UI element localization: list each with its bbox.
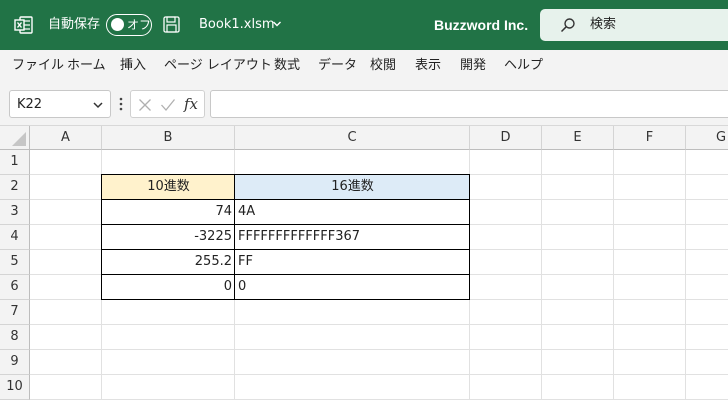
search-icon	[560, 18, 575, 33]
row-header-7[interactable]: 7	[0, 300, 30, 325]
cell-b6[interactable]: 0	[102, 275, 235, 300]
table-border	[101, 299, 470, 300]
cell-c5[interactable]: FF	[235, 250, 470, 275]
enter-check-icon[interactable]	[160, 98, 176, 112]
cell-c2-hex-header[interactable]: 16進数	[235, 175, 470, 200]
row-header-6[interactable]: 6	[0, 275, 30, 300]
tab-home[interactable]: ホーム	[67, 57, 106, 75]
formula-bar: K22 fx	[0, 84, 728, 126]
column-header-a[interactable]: A	[30, 126, 102, 150]
column-header-e[interactable]: E	[542, 126, 614, 150]
formula-input[interactable]	[210, 90, 728, 118]
cell-b5[interactable]: 255.2	[102, 250, 235, 275]
table-border	[101, 249, 470, 250]
toggle-knob	[111, 18, 124, 31]
company-name: Buzzword Inc.	[434, 17, 529, 33]
tab-developer[interactable]: 開発	[460, 57, 486, 75]
column-header-c[interactable]: C	[235, 126, 470, 150]
table-border	[101, 274, 470, 275]
file-name[interactable]: Book1.xlsm	[199, 16, 275, 34]
column-header-b[interactable]: B	[102, 126, 235, 150]
cell-c3[interactable]: 4A	[235, 200, 470, 225]
cell-c6[interactable]: 0	[235, 275, 470, 300]
row-header-3[interactable]: 3	[0, 200, 30, 225]
gridline	[30, 374, 728, 375]
tab-formulas[interactable]: 数式	[274, 57, 300, 75]
autosave-state: オフ	[127, 18, 152, 32]
row-header-8[interactable]: 8	[0, 325, 30, 350]
autosave-toggle[interactable]: オフ	[106, 14, 152, 36]
table-border	[101, 199, 470, 200]
tab-help[interactable]: ヘルプ	[504, 57, 543, 75]
cell-b3[interactable]: 74	[102, 200, 235, 225]
chevron-down-icon[interactable]	[272, 19, 282, 29]
select-all-button[interactable]	[0, 126, 30, 150]
tab-view[interactable]: 表示	[415, 57, 441, 75]
column-header-d[interactable]: D	[470, 126, 542, 150]
gridline	[541, 150, 542, 400]
table-border	[101, 174, 102, 300]
save-icon[interactable]	[163, 16, 180, 33]
more-options-icon[interactable]	[119, 96, 123, 112]
tab-review[interactable]: 校閲	[370, 57, 396, 75]
gridline	[613, 150, 614, 400]
tab-insert[interactable]: 挿入	[120, 57, 146, 75]
chevron-down-icon[interactable]	[93, 101, 103, 109]
cancel-icon[interactable]	[138, 98, 152, 112]
tab-page-layout[interactable]: ページ レイアウト	[164, 57, 272, 75]
cell-b4[interactable]: -3225	[102, 225, 235, 250]
gridline	[30, 349, 728, 350]
gridline	[685, 150, 686, 400]
cell-c4[interactable]: FFFFFFFFFFFFF367	[235, 225, 470, 250]
select-all-triangle-icon	[12, 132, 26, 146]
table-border	[101, 174, 470, 175]
row-header-4[interactable]: 4	[0, 225, 30, 250]
excel-logo-icon[interactable]	[14, 15, 34, 35]
search-label: 検索	[590, 17, 617, 32]
autosave-label: 自動保存	[48, 17, 101, 32]
tab-data[interactable]: データ	[318, 57, 357, 75]
gridline	[30, 324, 728, 325]
formula-buttons: fx	[130, 90, 205, 118]
name-box-value: K22	[17, 97, 43, 112]
row-header-9[interactable]: 9	[0, 350, 30, 375]
ribbon-tabs: ファイル ホーム 挿入 ページ レイアウト 数式 データ 校閲 表示 開発 ヘル…	[0, 50, 728, 84]
table-border	[234, 174, 235, 300]
tab-file[interactable]: ファイル	[12, 57, 64, 75]
table-border	[101, 224, 470, 225]
row-header-2[interactable]: 2	[0, 175, 30, 200]
row-header-10[interactable]: 10	[0, 375, 30, 400]
insert-function-button[interactable]: fx	[184, 94, 198, 114]
column-header-g[interactable]: G	[686, 126, 728, 150]
column-header-f[interactable]: F	[614, 126, 686, 150]
cell-b2-decimal-header[interactable]: 10進数	[102, 175, 235, 200]
title-bar: 自動保存 オフ Book1.xlsm Buzzword Inc. 検索	[0, 0, 728, 50]
name-box[interactable]: K22	[9, 90, 111, 118]
table-border	[469, 174, 470, 300]
row-header-5[interactable]: 5	[0, 250, 30, 275]
search-box[interactable]: 検索	[540, 9, 728, 41]
row-header-1[interactable]: 1	[0, 150, 30, 175]
